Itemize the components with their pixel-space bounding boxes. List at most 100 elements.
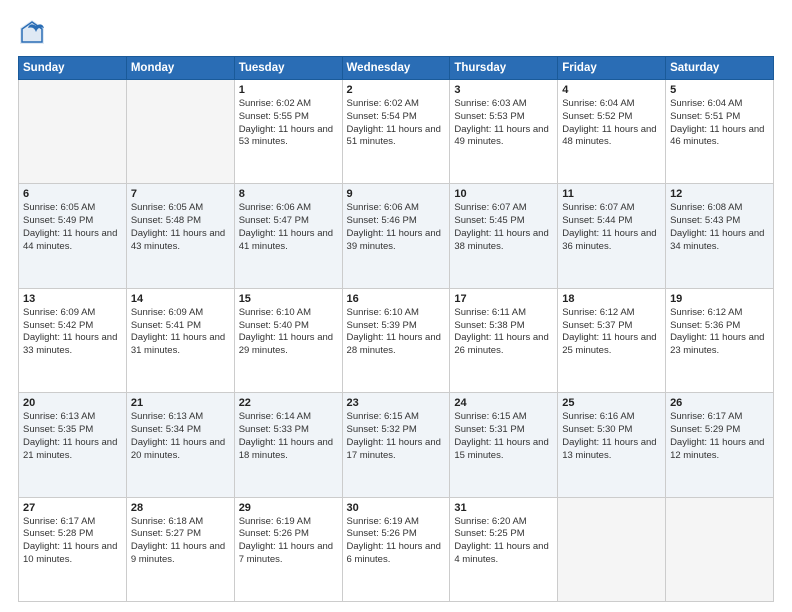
calendar-cell: 10 Sunrise: 6:07 AM Sunset: 5:45 PM Dayli… [450,184,558,288]
page: SundayMondayTuesdayWednesdayThursdayFrid… [0,0,792,612]
calendar-cell: 7 Sunrise: 6:05 AM Sunset: 5:48 PM Daylig… [126,184,234,288]
day-number: 14 [131,293,230,305]
day-info: Sunrise: 6:19 AM Sunset: 5:26 PM Dayligh… [239,516,338,567]
day-info: Sunrise: 6:13 AM Sunset: 5:35 PM Dayligh… [23,411,122,462]
calendar-cell: 24 Sunrise: 6:15 AM Sunset: 5:31 PM Dayli… [450,393,558,497]
day-info: Sunrise: 6:17 AM Sunset: 5:28 PM Dayligh… [23,516,122,567]
calendar-cell: 20 Sunrise: 6:13 AM Sunset: 5:35 PM Dayli… [19,393,127,497]
calendar-cell [19,80,127,184]
day-info: Sunrise: 6:06 AM Sunset: 5:46 PM Dayligh… [347,202,446,253]
day-number: 20 [23,397,122,409]
calendar-cell: 16 Sunrise: 6:10 AM Sunset: 5:39 PM Dayli… [342,288,450,392]
calendar-cell: 31 Sunrise: 6:20 AM Sunset: 5:25 PM Dayli… [450,497,558,601]
calendar-week-row: 27 Sunrise: 6:17 AM Sunset: 5:28 PM Dayli… [19,497,774,601]
day-number: 17 [454,293,553,305]
day-number: 7 [131,188,230,200]
day-number: 27 [23,502,122,514]
day-info: Sunrise: 6:03 AM Sunset: 5:53 PM Dayligh… [454,98,553,149]
day-info: Sunrise: 6:14 AM Sunset: 5:33 PM Dayligh… [239,411,338,462]
calendar-cell: 4Sunrise: 6:04 AM Sunset: 5:52 PM Daylig… [558,80,666,184]
day-number: 5 [670,84,769,96]
day-info: Sunrise: 6:17 AM Sunset: 5:29 PM Dayligh… [670,411,769,462]
calendar-cell: 22 Sunrise: 6:14 AM Sunset: 5:33 PM Dayli… [234,393,342,497]
day-info: Sunrise: 6:09 AM Sunset: 5:41 PM Dayligh… [131,307,230,358]
day-number: 1 [239,84,338,96]
day-info: Sunrise: 6:15 AM Sunset: 5:31 PM Dayligh… [454,411,553,462]
calendar-week-row: 6 Sunrise: 6:05 AM Sunset: 5:49 PM Daylig… [19,184,774,288]
day-number: 13 [23,293,122,305]
day-header-saturday: Saturday [666,57,774,80]
calendar-cell: 27 Sunrise: 6:17 AM Sunset: 5:28 PM Dayli… [19,497,127,601]
day-info: Sunrise: 6:04 AM Sunset: 5:52 PM Dayligh… [562,98,661,149]
calendar-cell: 1 Sunrise: 6:02 AM Sunset: 5:55 PM Daylig… [234,80,342,184]
day-number: 31 [454,502,553,514]
day-header-monday: Monday [126,57,234,80]
calendar-cell: 14 Sunrise: 6:09 AM Sunset: 5:41 PM Dayli… [126,288,234,392]
calendar-cell: 19Sunrise: 6:12 AM Sunset: 5:36 PM Dayli… [666,288,774,392]
day-number: 15 [239,293,338,305]
calendar-week-row: 13 Sunrise: 6:09 AM Sunset: 5:42 PM Dayli… [19,288,774,392]
day-header-friday: Friday [558,57,666,80]
day-number: 10 [454,188,553,200]
day-number: 21 [131,397,230,409]
day-info: Sunrise: 6:12 AM Sunset: 5:37 PM Dayligh… [562,307,661,358]
day-number: 6 [23,188,122,200]
day-header-thursday: Thursday [450,57,558,80]
day-info: Sunrise: 6:02 AM Sunset: 5:55 PM Dayligh… [239,98,338,149]
day-info: Sunrise: 6:16 AM Sunset: 5:30 PM Dayligh… [562,411,661,462]
day-number: 25 [562,397,661,409]
calendar-week-row: 1 Sunrise: 6:02 AM Sunset: 5:55 PM Daylig… [19,80,774,184]
calendar-cell: 9 Sunrise: 6:06 AM Sunset: 5:46 PM Daylig… [342,184,450,288]
calendar-cell: 25 Sunrise: 6:16 AM Sunset: 5:30 PM Dayli… [558,393,666,497]
day-info: Sunrise: 6:05 AM Sunset: 5:48 PM Dayligh… [131,202,230,253]
day-info: Sunrise: 6:04 AM Sunset: 5:51 PM Dayligh… [670,98,769,149]
calendar-cell: 30Sunrise: 6:19 AM Sunset: 5:26 PM Dayli… [342,497,450,601]
calendar-cell: 21 Sunrise: 6:13 AM Sunset: 5:34 PM Dayli… [126,393,234,497]
day-header-wednesday: Wednesday [342,57,450,80]
day-number: 26 [670,397,769,409]
day-number: 2 [347,84,446,96]
day-info: Sunrise: 6:11 AM Sunset: 5:38 PM Dayligh… [454,307,553,358]
calendar-cell: 28Sunrise: 6:18 AM Sunset: 5:27 PM Dayli… [126,497,234,601]
day-info: Sunrise: 6:19 AM Sunset: 5:26 PM Dayligh… [347,516,446,567]
calendar-cell: 17 Sunrise: 6:11 AM Sunset: 5:38 PM Dayli… [450,288,558,392]
day-number: 9 [347,188,446,200]
day-info: Sunrise: 6:05 AM Sunset: 5:49 PM Dayligh… [23,202,122,253]
day-info: Sunrise: 6:13 AM Sunset: 5:34 PM Dayligh… [131,411,230,462]
calendar-cell [666,497,774,601]
day-info: Sunrise: 6:07 AM Sunset: 5:45 PM Dayligh… [454,202,553,253]
day-number: 8 [239,188,338,200]
calendar-table: SundayMondayTuesdayWednesdayThursdayFrid… [18,56,774,602]
day-info: Sunrise: 6:09 AM Sunset: 5:42 PM Dayligh… [23,307,122,358]
day-info: Sunrise: 6:02 AM Sunset: 5:54 PM Dayligh… [347,98,446,149]
calendar-cell [558,497,666,601]
day-number: 3 [454,84,553,96]
calendar-cell: 11 Sunrise: 6:07 AM Sunset: 5:44 PM Dayli… [558,184,666,288]
calendar-cell: 15 Sunrise: 6:10 AM Sunset: 5:40 PM Dayli… [234,288,342,392]
calendar-cell: 3 Sunrise: 6:03 AM Sunset: 5:53 PM Daylig… [450,80,558,184]
day-number: 22 [239,397,338,409]
day-info: Sunrise: 6:15 AM Sunset: 5:32 PM Dayligh… [347,411,446,462]
day-number: 18 [562,293,661,305]
calendar-cell [126,80,234,184]
day-info: Sunrise: 6:10 AM Sunset: 5:40 PM Dayligh… [239,307,338,358]
day-info: Sunrise: 6:08 AM Sunset: 5:43 PM Dayligh… [670,202,769,253]
calendar-cell: 13 Sunrise: 6:09 AM Sunset: 5:42 PM Dayli… [19,288,127,392]
day-number: 16 [347,293,446,305]
day-number: 11 [562,188,661,200]
calendar-cell: 18 Sunrise: 6:12 AM Sunset: 5:37 PM Dayli… [558,288,666,392]
day-number: 19 [670,293,769,305]
calendar-cell: 2 Sunrise: 6:02 AM Sunset: 5:54 PM Daylig… [342,80,450,184]
day-info: Sunrise: 6:20 AM Sunset: 5:25 PM Dayligh… [454,516,553,567]
header [18,18,774,46]
day-info: Sunrise: 6:10 AM Sunset: 5:39 PM Dayligh… [347,307,446,358]
calendar-cell: 23Sunrise: 6:15 AM Sunset: 5:32 PM Dayli… [342,393,450,497]
day-info: Sunrise: 6:07 AM Sunset: 5:44 PM Dayligh… [562,202,661,253]
logo [18,18,50,46]
calendar-cell: 29Sunrise: 6:19 AM Sunset: 5:26 PM Dayli… [234,497,342,601]
logo-icon [18,18,46,46]
calendar-cell: 26 Sunrise: 6:17 AM Sunset: 5:29 PM Dayli… [666,393,774,497]
day-number: 24 [454,397,553,409]
day-header-sunday: Sunday [19,57,127,80]
calendar-cell: 5 Sunrise: 6:04 AM Sunset: 5:51 PM Daylig… [666,80,774,184]
